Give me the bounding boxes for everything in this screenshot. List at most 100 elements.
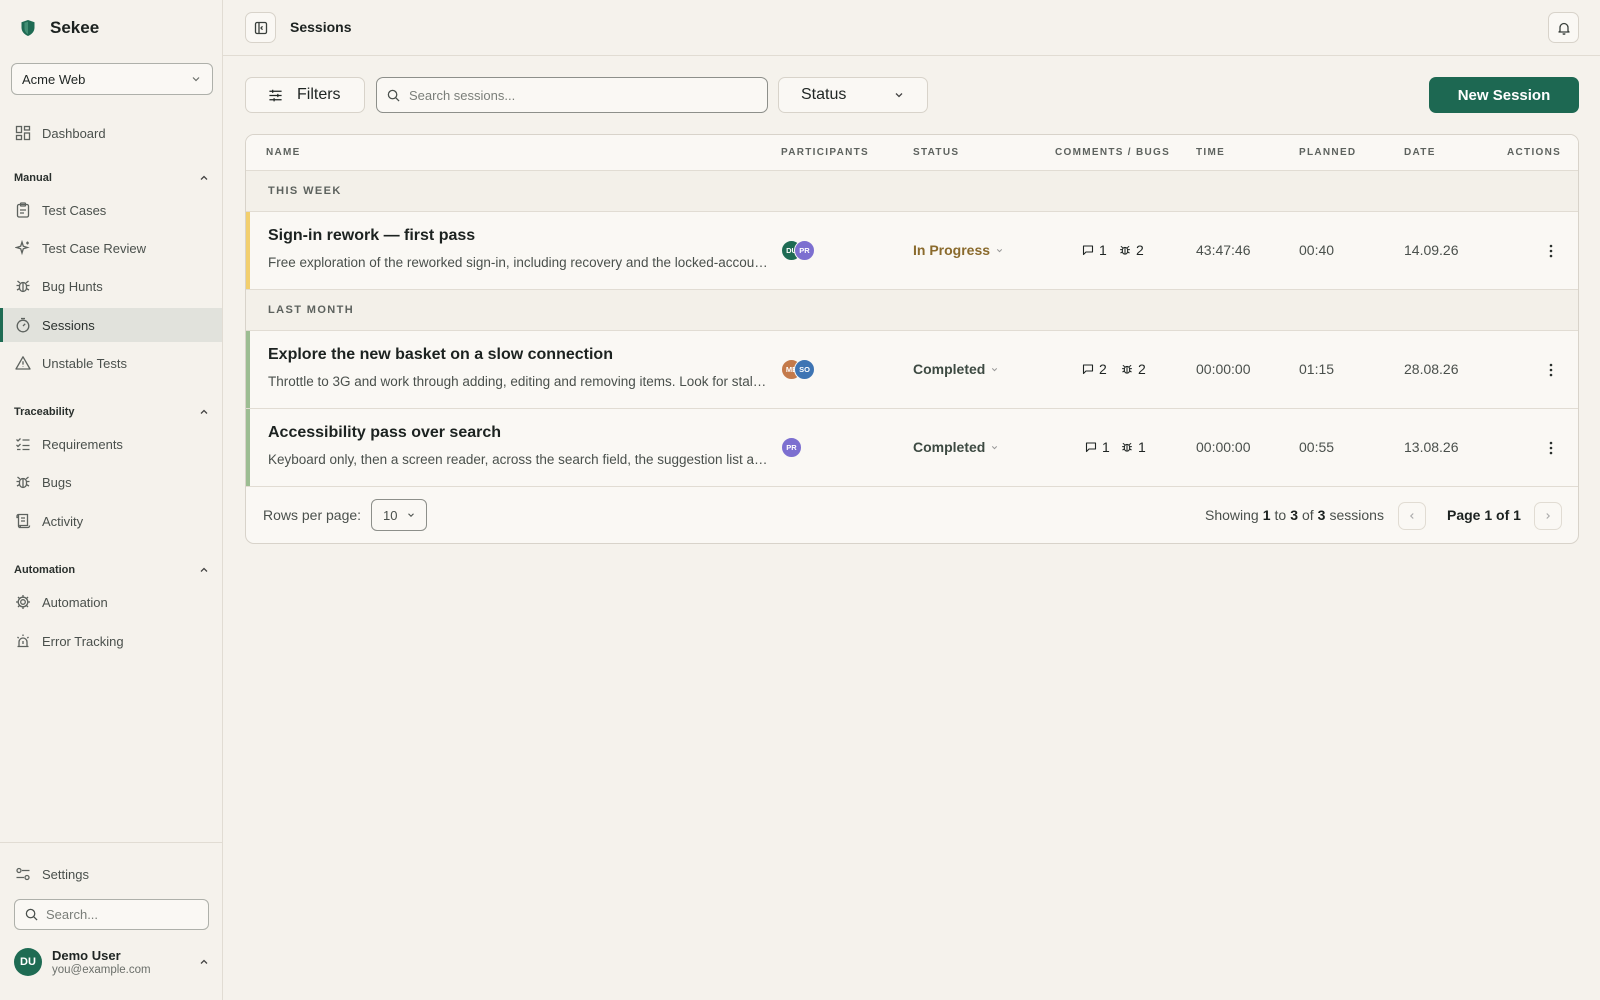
session-name[interactable]: Explore the new basket on a slow connect…	[268, 346, 613, 364]
sidebar-item-requirements[interactable]: Requirements	[0, 427, 222, 461]
filters-button[interactable]: Filters	[245, 77, 365, 113]
bugs-count: 2	[1121, 361, 1146, 377]
session-date: 28.08.26	[1404, 361, 1459, 377]
rows-per-page-select[interactable]: 10	[371, 499, 427, 531]
bugs-count: 1	[1121, 439, 1146, 455]
status-filter-select[interactable]: Status	[778, 77, 928, 113]
section-manual[interactable]: Manual	[14, 169, 210, 187]
sidebar-item-automation[interactable]: Automation	[0, 585, 222, 619]
filters-label: Filters	[297, 86, 341, 103]
search-sessions[interactable]	[376, 77, 768, 113]
session-date: 13.08.26	[1404, 439, 1459, 455]
search-input[interactable]	[409, 87, 749, 103]
gear-icon	[14, 593, 32, 611]
column-header-actions: ACTIONS	[1507, 147, 1562, 158]
sidebar-item-label: Automation	[42, 594, 108, 610]
next-page-button[interactable]	[1534, 502, 1562, 530]
avatar: PR	[794, 240, 815, 261]
search-icon	[387, 89, 400, 102]
status-dropdown[interactable]: In Progress	[913, 242, 1004, 258]
pagination: Rows per page: 10 Showing 1 to 3 of 3 se…	[246, 487, 1578, 543]
column-header-planned[interactable]: PLANNED	[1299, 147, 1356, 158]
session-name[interactable]: Sign-in rework — first pass	[268, 227, 475, 245]
bugs-value: 2	[1136, 242, 1144, 258]
project-select[interactable]: Acme Web	[11, 63, 213, 95]
participants: DU PR	[781, 240, 815, 261]
comment-icon	[1082, 363, 1094, 375]
sidebar-item-label: Activity	[42, 513, 84, 529]
topbar: Sessions	[223, 0, 1600, 56]
sidebar-item-bug-hunts[interactable]: Bug Hunts	[0, 269, 222, 303]
avatar: DU	[14, 948, 42, 976]
showing-from: 1	[1262, 507, 1271, 523]
filter-sliders-icon	[268, 88, 283, 103]
bell-icon	[1557, 21, 1571, 35]
sidebar: Sekee Acme Web Dashboard Manual Test Cas	[0, 0, 223, 1000]
user-menu[interactable]: DU Demo User you@example.com	[14, 946, 210, 978]
column-header-status[interactable]: STATUS	[913, 147, 959, 158]
avatar: PR	[781, 437, 802, 458]
column-header-participants[interactable]: PARTICIPANTS	[781, 147, 869, 158]
chevron-up-icon	[198, 956, 210, 968]
table-row[interactable]: Explore the new basket on a slow connect…	[246, 331, 1578, 409]
stopwatch-icon	[14, 316, 32, 334]
sidebar-item-error-tracking[interactable]: Error Tracking	[0, 624, 222, 658]
comments-value: 1	[1099, 242, 1107, 258]
chevron-up-icon	[198, 172, 210, 184]
sidebar-item-bugs[interactable]: Bugs	[0, 465, 222, 499]
column-header-name[interactable]: NAME	[266, 147, 301, 158]
sidebar-item-test-cases[interactable]: Test Cases	[0, 193, 222, 227]
chevron-left-icon	[1407, 511, 1417, 521]
session-planned: 00:40	[1299, 242, 1335, 258]
row-actions-button[interactable]	[1544, 359, 1558, 381]
chevron-right-icon	[1543, 511, 1553, 521]
brand[interactable]: Sekee	[20, 16, 99, 40]
notifications-button[interactable]	[1548, 12, 1579, 43]
bugs-value: 1	[1138, 439, 1146, 455]
status-dropdown[interactable]: Completed	[913, 439, 999, 455]
showing-suffix: sessions	[1329, 507, 1384, 523]
sidebar-item-label: Test Cases	[42, 202, 107, 218]
bugs-count: 2	[1119, 242, 1144, 258]
chevron-down-icon	[893, 89, 905, 101]
chevron-down-icon	[990, 365, 999, 374]
project-select-value: Acme Web	[22, 71, 86, 87]
row-status-bar	[246, 409, 250, 486]
chevron-down-icon	[406, 510, 416, 520]
showing-to-word: to	[1274, 507, 1287, 523]
row-actions-button[interactable]	[1544, 437, 1558, 459]
sidebar-item-unstable-tests[interactable]: Unstable Tests	[0, 346, 222, 380]
column-header-date[interactable]: DATE	[1404, 147, 1436, 158]
section-label: Manual	[14, 172, 52, 184]
section-traceability[interactable]: Traceability	[14, 403, 210, 421]
bugs-value: 2	[1138, 361, 1146, 377]
sidebar-item-sessions[interactable]: Sessions	[0, 308, 222, 342]
sidebar-item-activity[interactable]: Activity	[0, 504, 222, 538]
table-row[interactable]: Accessibility pass over search Keyboard …	[246, 409, 1578, 487]
sessions-table: NAME PARTICIPANTS STATUS COMMENTS / BUGS…	[245, 134, 1579, 544]
table-row[interactable]: Sign-in rework — first pass Free explora…	[246, 212, 1578, 290]
column-header-time[interactable]: TIME	[1196, 147, 1225, 158]
search-icon	[25, 908, 38, 921]
section-automation[interactable]: Automation	[14, 561, 210, 579]
bug-icon	[1121, 363, 1133, 375]
sidebar-item-label: Test Case Review	[42, 240, 147, 256]
session-time: 00:00:00	[1196, 439, 1251, 455]
rows-per-page-value: 10	[383, 507, 398, 523]
previous-page-button[interactable]	[1398, 502, 1426, 530]
row-actions-button[interactable]	[1544, 240, 1558, 262]
sidebar-item-dashboard[interactable]: Dashboard	[0, 116, 222, 150]
sidebar-search[interactable]: Search...	[14, 899, 209, 930]
session-name[interactable]: Accessibility pass over search	[268, 424, 501, 442]
sidebar-item-test-case-review[interactable]: Test Case Review	[0, 231, 222, 265]
showing-to: 3	[1290, 507, 1298, 523]
status-label: In Progress	[913, 242, 991, 258]
status-dropdown[interactable]: Completed	[913, 361, 999, 377]
new-session-button[interactable]: New Session	[1429, 77, 1579, 113]
sidebar-item-settings[interactable]: Settings	[0, 857, 222, 891]
table-header: NAME PARTICIPANTS STATUS COMMENTS / BUGS…	[246, 135, 1578, 171]
more-vertical-icon	[1549, 244, 1553, 258]
column-header-comments-bugs[interactable]: COMMENTS / BUGS	[1055, 147, 1170, 158]
sidebar-item-label: Settings	[42, 866, 89, 882]
toggle-sidebar-button[interactable]	[245, 12, 276, 43]
